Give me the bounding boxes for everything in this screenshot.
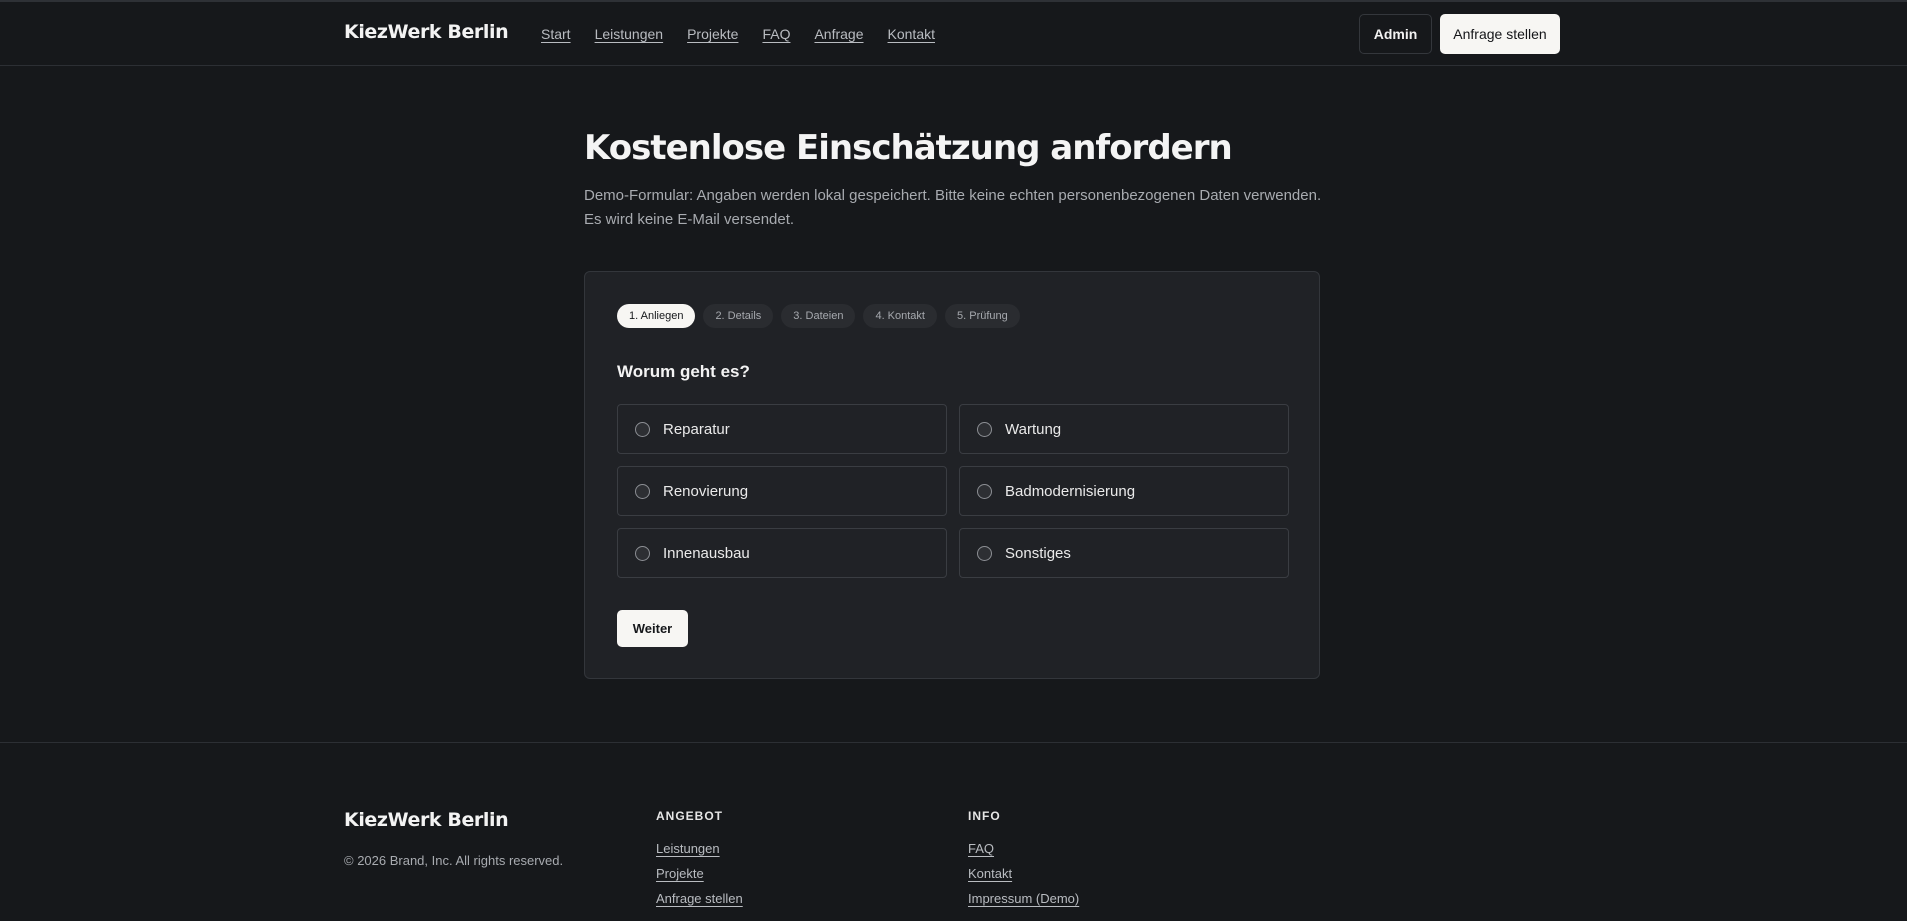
footer-link-faq[interactable]: FAQ bbox=[968, 841, 1079, 856]
copyright-text: © 2026 Brand, Inc. All rights reserved. bbox=[344, 853, 564, 868]
step-details[interactable]: 2. Details bbox=[703, 304, 774, 328]
page-title: Kostenlose Einschätzung anfordern bbox=[584, 128, 1233, 168]
option-innenausbau[interactable]: Innenausbau bbox=[617, 528, 947, 578]
option-label: Badmodernisierung bbox=[1005, 482, 1136, 500]
radio-button[interactable] bbox=[635, 545, 650, 561]
footer-col-info: INFO FAQ Kontakt Impressum (Demo) bbox=[968, 809, 1079, 916]
footer-col-title: ANGEBOT bbox=[656, 809, 723, 823]
radio-button[interactable] bbox=[635, 483, 650, 499]
request-button[interactable]: Anfrage stellen bbox=[1440, 14, 1560, 54]
footer-link-leistungen[interactable]: Leistungen bbox=[656, 841, 743, 856]
site-header: KiezWerk Berlin Start Leistungen Projekt… bbox=[0, 2, 1907, 66]
form-question: Worum geht es? bbox=[617, 362, 750, 381]
brand-logo[interactable]: KiezWerk Berlin bbox=[344, 21, 509, 43]
option-label: Renovierung bbox=[663, 482, 749, 500]
option-label: Reparatur bbox=[663, 420, 730, 438]
nav-kontakt[interactable]: Kontakt bbox=[888, 26, 935, 42]
option-label: Sonstiges bbox=[1005, 544, 1071, 562]
request-form-card: 1. Anliegen 2. Details 3. Dateien 4. Kon… bbox=[584, 271, 1320, 679]
nav-leistungen[interactable]: Leistungen bbox=[595, 26, 664, 42]
radio-button[interactable] bbox=[977, 421, 992, 437]
step-pruefung[interactable]: 5. Prüfung bbox=[945, 304, 1020, 328]
next-button[interactable]: Weiter bbox=[617, 610, 688, 647]
footer-link-projekte[interactable]: Projekte bbox=[656, 866, 743, 881]
option-label: Wartung bbox=[1005, 420, 1062, 438]
footer-col-angebot: ANGEBOT Leistungen Projekte Anfrage stel… bbox=[656, 809, 743, 916]
main-nav: Start Leistungen Projekte FAQ Anfrage Ko… bbox=[541, 26, 935, 42]
footer-link-impressum[interactable]: Impressum (Demo) bbox=[968, 891, 1079, 906]
radio-button[interactable] bbox=[977, 545, 992, 561]
footer-link-anfrage[interactable]: Anfrage stellen bbox=[656, 891, 743, 906]
footer-col-title: INFO bbox=[968, 809, 1001, 823]
footer-brand-logo[interactable]: KiezWerk Berlin bbox=[344, 809, 509, 831]
radio-button[interactable] bbox=[977, 483, 992, 499]
step-indicator: 1. Anliegen 2. Details 3. Dateien 4. Kon… bbox=[617, 304, 1020, 328]
nav-faq[interactable]: FAQ bbox=[762, 26, 790, 42]
intro-text: Demo-Formular: Angaben werden lokal gesp… bbox=[584, 184, 1344, 232]
site-footer: KiezWerk Berlin © 2026 Brand, Inc. All r… bbox=[0, 742, 1907, 921]
nav-anfrage[interactable]: Anfrage bbox=[814, 26, 863, 42]
intro-line-2: Es wird keine E-Mail versendet. bbox=[584, 211, 795, 228]
footer-link-kontakt[interactable]: Kontakt bbox=[968, 866, 1079, 881]
nav-start[interactable]: Start bbox=[541, 26, 571, 42]
step-dateien[interactable]: 3. Dateien bbox=[781, 304, 856, 328]
option-label: Innenausbau bbox=[663, 544, 750, 562]
option-badmodernisierung[interactable]: Badmodernisierung bbox=[959, 466, 1289, 516]
radio-button[interactable] bbox=[635, 421, 650, 437]
step-kontakt[interactable]: 4. Kontakt bbox=[863, 304, 937, 328]
admin-button[interactable]: Admin bbox=[1359, 14, 1432, 54]
intro-line-1: Demo-Formular: Angaben werden lokal gesp… bbox=[584, 187, 1322, 204]
option-renovierung[interactable]: Renovierung bbox=[617, 466, 947, 516]
option-sonstiges[interactable]: Sonstiges bbox=[959, 528, 1289, 578]
option-wartung[interactable]: Wartung bbox=[959, 404, 1289, 454]
option-grid: Reparatur Wartung Renovierung Badmoderni… bbox=[617, 404, 1289, 578]
step-anliegen[interactable]: 1. Anliegen bbox=[617, 304, 696, 328]
nav-projekte[interactable]: Projekte bbox=[687, 26, 738, 42]
option-reparatur[interactable]: Reparatur bbox=[617, 404, 947, 454]
